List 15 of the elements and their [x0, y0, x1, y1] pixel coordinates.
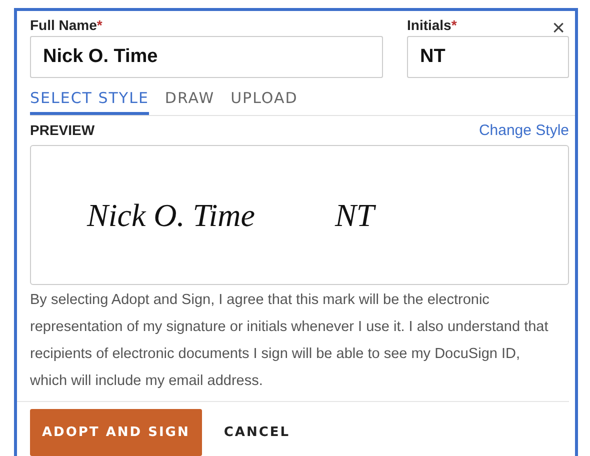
tab[interactable]: UPLOAD — [230, 86, 298, 115]
field-label: Initials* — [407, 17, 457, 33]
close-button[interactable]: × — [552, 17, 565, 39]
consent-text: By selecting Adopt and Sign, I agree that this mark will be the electronic representation of my signature or initials whenever I use it. I also understand that recipients of electronic documents I sign will be able to see my DocuSign ID, which will include my email address. — [30, 291, 550, 391]
change-style-link[interactable]: Change Style — [478, 122, 569, 139]
initials-text: NT — [334, 196, 374, 234]
adopt-button[interactable]: ADOPT AND SIGN — [30, 409, 202, 456]
cancel-button[interactable]: CANCEL — [212, 409, 302, 456]
section-heading: PREVIEW — [30, 122, 95, 138]
text-field[interactable]: Nick O. Time — [30, 36, 383, 78]
tab[interactable]: DRAW — [164, 86, 215, 115]
signature-text: Nick O. Time — [87, 196, 255, 234]
tab[interactable]: SELECT STYLE — [30, 86, 149, 115]
text-field[interactable]: NT — [407, 36, 569, 78]
field-label: Full Name* — [30, 17, 102, 33]
